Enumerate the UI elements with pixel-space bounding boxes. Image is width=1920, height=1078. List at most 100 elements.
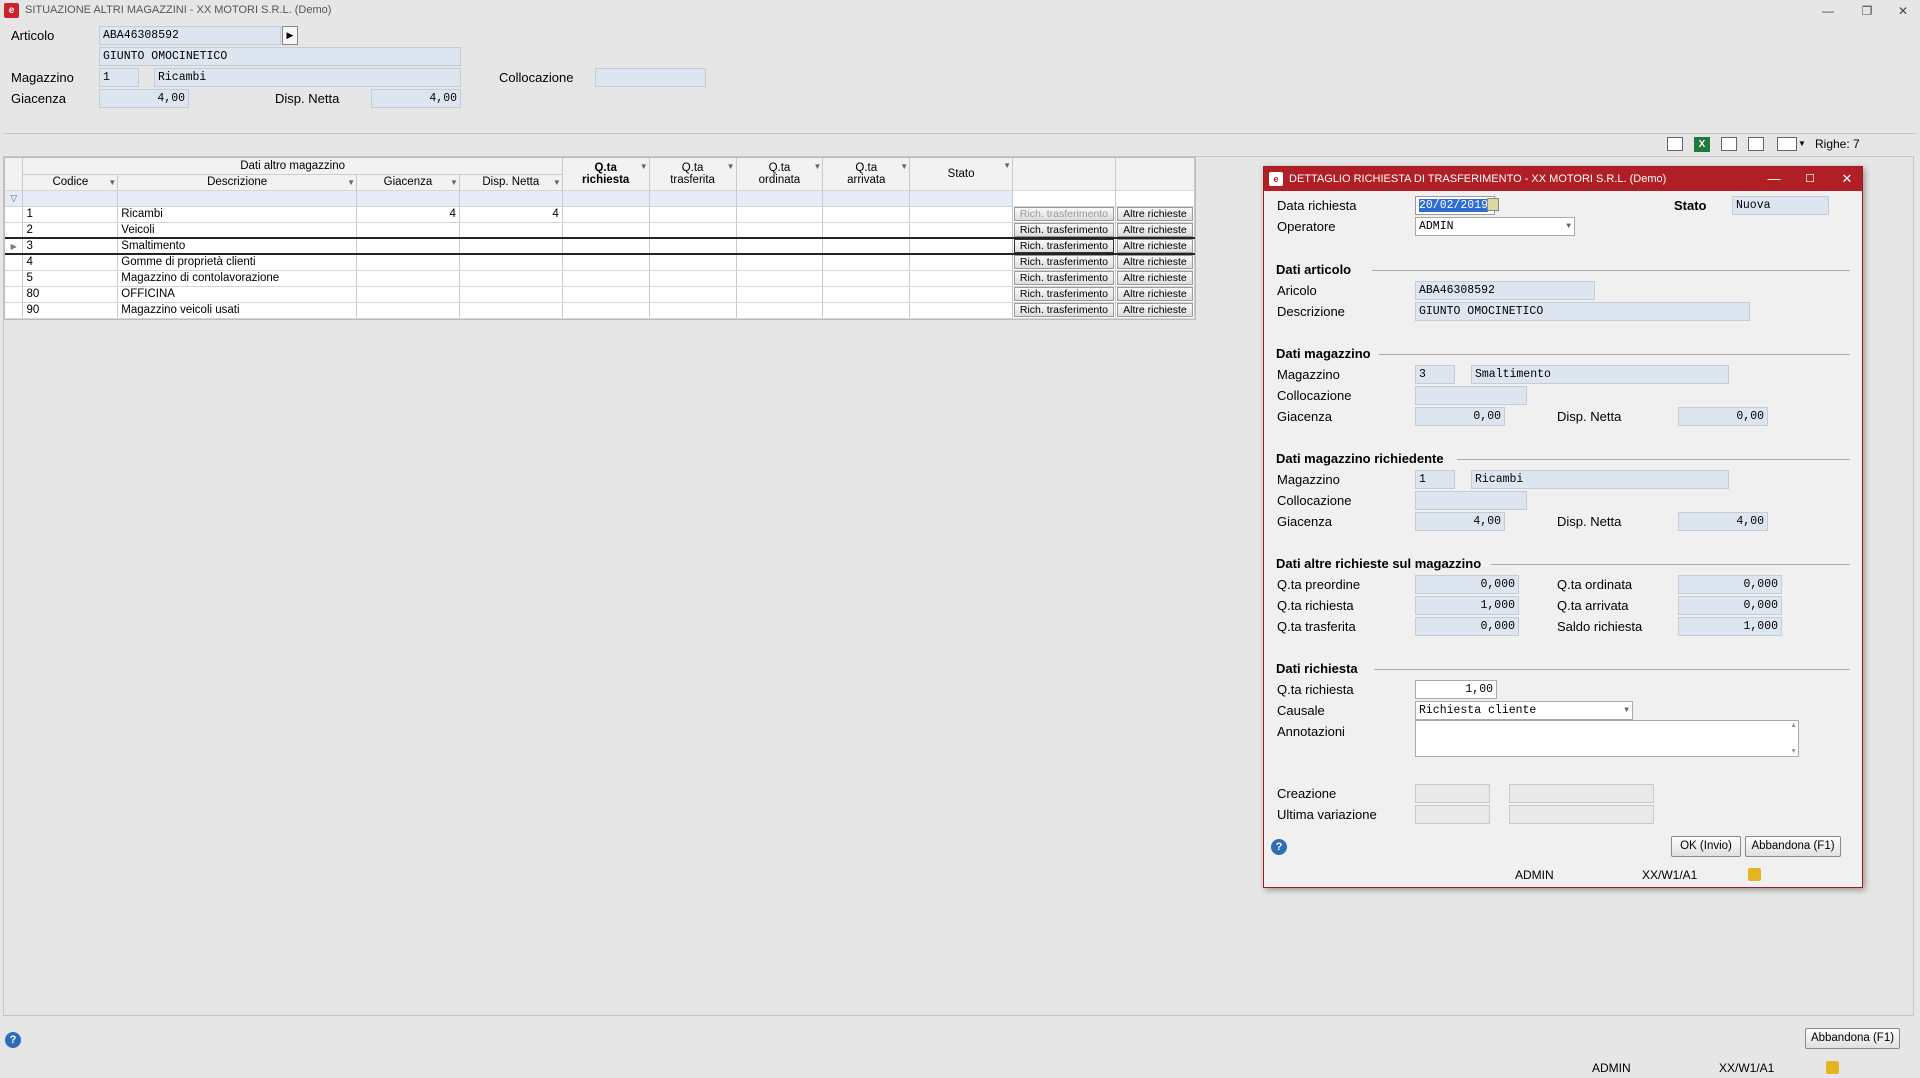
dropdown-icon[interactable]: ▼ [640, 161, 648, 173]
data-richiesta-value: 20/02/2019 [1419, 199, 1489, 212]
dialog-abbandona-button[interactable]: Abbandona (F1) [1745, 836, 1841, 857]
col-header-qta-richiesta[interactable]: Q.ta richiesta ▼ [562, 158, 650, 191]
dropdown-icon[interactable]: ▼ [450, 178, 458, 187]
altre-richieste-button[interactable]: Altre richieste [1116, 222, 1193, 237]
causale-select[interactable]: Richiesta cliente ▼ [1415, 701, 1633, 720]
altre-richieste-button[interactable]: Altre richieste [1116, 240, 1193, 252]
dropdown-icon[interactable]: ▼ [900, 161, 908, 173]
cell-empty [909, 206, 1013, 223]
filter-cell[interactable] [22, 190, 119, 207]
ok-button[interactable]: OK (Invio) [1671, 836, 1741, 857]
qta-richiesta-input[interactable]: 1,00 [1415, 680, 1497, 699]
altre-richieste-button[interactable]: Altre richieste [1116, 271, 1193, 285]
filter-cell[interactable] [909, 190, 1013, 207]
minimize-button[interactable]: — [1815, 2, 1841, 20]
col-header-qta-trasferita[interactable]: Q.ta trasferita ▼ [649, 158, 737, 191]
dropdown-icon[interactable]: ▼ [1003, 161, 1011, 170]
col-label: richiesta [582, 173, 630, 186]
calendar-icon[interactable] [1487, 198, 1499, 211]
rich-trasferimento-button[interactable]: Rich. trasferimento [1013, 255, 1114, 269]
dropdown-icon[interactable]: ▼ [347, 178, 355, 187]
rich-trasferimento-button[interactable]: Rich. trasferimento [1013, 240, 1114, 252]
row-indicator [5, 254, 24, 271]
cell-giacenza [356, 302, 460, 319]
columns-icon[interactable] [1721, 137, 1737, 151]
table-row-selected[interactable]: ▶ 3 Smaltimento Rich. trasferimento Altr… [5, 237, 1196, 255]
altre-richieste-button[interactable]: Altre richieste [1116, 207, 1193, 221]
dialog-minimize-button[interactable]: — [1763, 170, 1785, 188]
altre-richieste-button[interactable]: Altre richieste [1116, 303, 1193, 317]
col-header-stato[interactable]: Stato ▼ [909, 158, 1013, 191]
disp-netta-label: Disp. Netta [275, 91, 340, 106]
restore-button[interactable]: ❐ [1854, 2, 1880, 20]
table-row[interactable]: 90 Magazzino veicoli usati Rich. trasfer… [5, 302, 1196, 319]
cell-giacenza [356, 254, 460, 271]
col-header-disp-netta[interactable]: Disp. Netta ▼ [459, 174, 563, 191]
filter-cell[interactable] [822, 190, 911, 207]
cell-empty [562, 237, 650, 255]
col-header-qta-ordinata[interactable]: Q.ta ordinata ▼ [736, 158, 824, 191]
chevron-down-icon[interactable]: ▼ [1624, 702, 1629, 719]
scroll-down-icon[interactable]: ▼ [1790, 748, 1797, 755]
descrizione-label: Descrizione [1277, 304, 1345, 319]
saldo-field: 1,000 [1678, 617, 1782, 636]
help-icon[interactable]: ? [5, 1032, 21, 1048]
data-richiesta-field[interactable]: 20/02/2019 [1415, 196, 1495, 215]
dropdown-icon[interactable]: ▼ [813, 161, 821, 173]
rich-trasferimento-button[interactable]: Rich. trasferimento [1013, 271, 1114, 285]
filter-cell[interactable] [459, 190, 563, 207]
cell-empty [562, 206, 650, 223]
filter-cell[interactable] [736, 190, 824, 207]
table-row[interactable]: 1 Ricambi 4 4 Rich. trasferimento Altre … [5, 206, 1196, 223]
filter-row[interactable]: ▽ [5, 190, 1196, 207]
table-row[interactable]: 4 Gomme di proprietà clienti Rich. trasf… [5, 254, 1196, 271]
annotazioni-textarea[interactable]: ▲ ▼ [1415, 720, 1799, 757]
dialog-maximize-button[interactable]: ☐ [1799, 170, 1821, 188]
row-indicator [5, 286, 24, 303]
filter-settings-icon[interactable] [1777, 137, 1797, 151]
scroll-up-icon[interactable]: ▲ [1790, 722, 1797, 729]
cell-empty [649, 270, 737, 287]
table-row[interactable]: 5 Magazzino di contolavorazione Rich. tr… [5, 270, 1196, 287]
articolo-code-field[interactable]: ABA46308592 [99, 26, 281, 45]
dropdown-icon[interactable]: ▼ [108, 178, 116, 187]
window-title: SITUAZIONE ALTRI MAGAZZINI - XX MOTORI S… [25, 4, 332, 16]
table-row[interactable]: 2 Veicoli Rich. trasferimento Altre rich… [5, 222, 1196, 239]
chevron-down-icon[interactable]: ▼ [1566, 218, 1571, 235]
print-icon[interactable] [1667, 137, 1683, 151]
chevron-down-icon[interactable]: ▼ [1798, 139, 1806, 148]
table-row[interactable]: 80 OFFICINA Rich. trasferimento Altre ri… [5, 286, 1196, 303]
filter-cell[interactable] [562, 190, 650, 207]
filter-cell[interactable] [649, 190, 737, 207]
col-header-descrizione[interactable]: Descrizione ▼ [117, 174, 358, 191]
close-button[interactable]: ✕ [1890, 2, 1916, 20]
main-abbandona-button[interactable]: Abbandona (F1) [1805, 1028, 1900, 1049]
dialog-close-button[interactable]: ✕ [1836, 170, 1858, 188]
dialog-help-icon[interactable]: ? [1271, 839, 1287, 855]
magazzino-code-field[interactable]: 1 [99, 68, 139, 87]
col-header-codice[interactable]: Codice ▼ [22, 174, 119, 191]
rich-trasferimento-button[interactable]: Rich. trasferimento [1013, 222, 1114, 237]
section-dati-altre-richieste: Dati altre richieste sul magazzino [1276, 556, 1482, 571]
cell-empty [909, 254, 1013, 271]
altre-richieste-button[interactable]: Altre richieste [1116, 287, 1193, 301]
col-label: ordinata [758, 173, 801, 186]
rich-trasferimento-button[interactable]: Rich. trasferimento [1013, 303, 1114, 317]
altre-richieste-button[interactable]: Altre richieste [1116, 255, 1193, 269]
operatore-select[interactable]: ADMIN ▼ [1415, 217, 1575, 236]
section-dati-magazzino-richiedente: Dati magazzino richiedente [1276, 451, 1444, 466]
articolo-lookup-arrow-icon[interactable]: ▶ [282, 26, 298, 45]
filter-icon[interactable]: ▽ [5, 190, 24, 207]
excel-icon[interactable]: X [1694, 137, 1710, 152]
rich-trasferimento-button[interactable]: Rich. trasferimento [1013, 287, 1114, 301]
col-header-giacenza[interactable]: Giacenza ▼ [356, 174, 460, 191]
dialog-status-workstation: XX/W1/A1 [1642, 868, 1698, 882]
filter-cell[interactable] [117, 190, 358, 207]
layout-icon[interactable] [1748, 137, 1764, 151]
dropdown-icon[interactable]: ▼ [727, 161, 735, 173]
disp-netta2-field: 4,00 [1678, 512, 1768, 531]
filter-cell[interactable] [356, 190, 460, 207]
col-header-qta-arrivata[interactable]: Q.ta arrivata ▼ [822, 158, 911, 191]
magazzino-code-field: 3 [1415, 365, 1455, 384]
dropdown-icon[interactable]: ▼ [553, 178, 561, 187]
